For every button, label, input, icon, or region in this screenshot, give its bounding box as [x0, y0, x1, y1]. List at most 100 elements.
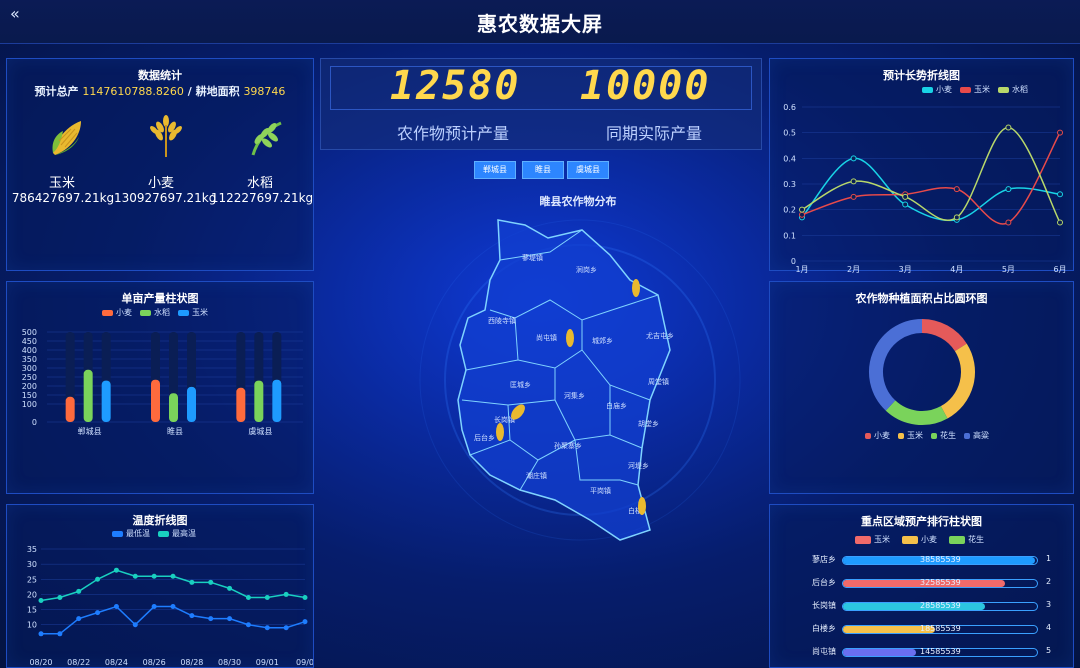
- x-tick-label: 5月: [1002, 265, 1015, 274]
- x-tick-label: 08/20: [29, 658, 52, 667]
- ring-slice: [885, 400, 948, 425]
- y-tick-label: 400: [22, 346, 37, 355]
- data-point: [850, 193, 857, 200]
- y-tick-label: 30: [27, 560, 37, 569]
- data-point: [76, 588, 82, 594]
- rank-name: 后台乡: [812, 578, 836, 587]
- crop-value-corn: 786427697.21kg: [11, 191, 115, 205]
- trend-line-chart: 00.10.20.30.40.50.61月 2月 3月 4月 5月 6月: [783, 103, 1066, 274]
- data-point: [151, 604, 157, 610]
- area-label: 耕地面积: [195, 85, 240, 98]
- town-heji: 河集乡: [564, 391, 585, 400]
- ring-legend: 小麦 玉米 花生 高粱: [865, 430, 989, 441]
- legend-max: 最高温: [158, 528, 196, 539]
- y-tick-label: 0.1: [783, 231, 796, 240]
- rice-icon: [245, 115, 285, 161]
- rank-name: 蓼店乡: [812, 555, 836, 564]
- data-point: [57, 594, 63, 600]
- town-sunjuzhai: 孙聚寨乡: [554, 441, 582, 450]
- temp-panel: 温度折线图 最低温 最高温 10 15 20 25 30 35 08/20 08/22 08/2…: [6, 504, 314, 668]
- data-point: [170, 604, 176, 610]
- x-tick-label: 1月: [795, 265, 808, 274]
- y-tick-label: 20: [27, 590, 37, 599]
- y-tick-label: 0: [32, 418, 37, 427]
- rank-name: 尚屯镇: [812, 647, 836, 656]
- town-houtai: 后台乡: [474, 433, 495, 442]
- rank-value: 38585539: [920, 555, 961, 564]
- data-point: [1057, 191, 1063, 198]
- data-point: [850, 155, 857, 162]
- bar: [83, 369, 93, 422]
- data-point: [132, 622, 138, 628]
- legend-corn: 玉米: [960, 84, 990, 95]
- data-point: [113, 567, 119, 573]
- data-point: [953, 214, 960, 221]
- ring-slice: [869, 319, 923, 411]
- y-tick-label: 250: [22, 373, 37, 382]
- data-point: [38, 631, 44, 637]
- crop-name-wheat: 小麦: [147, 176, 174, 191]
- legend-corn: 玉米: [898, 430, 923, 441]
- x-tick-label: 08/22: [67, 658, 90, 667]
- x-tick-label: 2月: [847, 265, 860, 274]
- bar: [151, 379, 160, 422]
- rank-bar: [843, 603, 986, 610]
- yield-title: 单亩产量柱状图: [121, 292, 199, 305]
- temp-title: 温度折线图: [132, 514, 188, 527]
- bar: [272, 379, 282, 422]
- yield-bar-chart: 0 100150200250300350400450500 郸城县 睢县 虞城县: [22, 328, 303, 436]
- rank-value: 18585539: [920, 624, 961, 633]
- data-point: [170, 573, 176, 579]
- bar: [169, 393, 178, 422]
- rank-number: 3: [1046, 600, 1052, 609]
- stats-panel: 数据统计 预计总产 1147610788.8260 / 耕地面积 398746 …: [6, 58, 314, 271]
- y-tick-label: 350: [22, 355, 37, 364]
- y-tick-label: 150: [22, 391, 37, 400]
- ring-panel: 农作物种植面积占比圆环图 小麦 玉米 花生 高粱: [769, 281, 1074, 494]
- crop-name-corn: 玉米: [48, 176, 75, 191]
- rank-value: 14585539: [920, 647, 961, 656]
- legend-wheat: 小麦: [102, 307, 132, 318]
- legend-sorghum: 高粱: [964, 430, 989, 441]
- legend-corn: 玉米: [178, 307, 208, 318]
- data-point: [113, 604, 119, 610]
- y-tick-label: 35: [27, 545, 37, 554]
- ring-chart: [869, 319, 975, 425]
- page-title: 惠农数据大屏: [477, 12, 603, 36]
- rank-name: 白楼乡: [812, 624, 836, 633]
- data-point: [283, 625, 289, 631]
- rank-number: 5: [1046, 646, 1052, 655]
- rank-value: 28585539: [920, 601, 961, 610]
- town-pinggang: 平岗镇: [590, 486, 611, 495]
- town-zhoutang: 周堂镇: [648, 377, 669, 386]
- actual-label: 同期实际产量: [606, 124, 703, 143]
- data-point: [76, 616, 82, 622]
- data-point: [902, 201, 909, 208]
- county-button-3[interactable]: 虞城县: [567, 161, 609, 179]
- x-tick-label: 郸城县: [78, 426, 102, 436]
- data-point: [189, 613, 195, 619]
- bar: [65, 396, 75, 422]
- county-button-1[interactable]: 郸城县: [474, 161, 516, 179]
- data-point: [208, 616, 214, 622]
- y-tick-label: 300: [22, 364, 37, 373]
- x-tick-label: 09/01: [256, 658, 279, 667]
- yield-legend: 小麦 水稻 玉米: [102, 307, 208, 318]
- y-tick-label: 0.5: [783, 129, 796, 138]
- town-hedi: 河堤乡: [628, 461, 649, 470]
- y-tick-label: 0.6: [783, 103, 796, 112]
- legend-rice: 水稻: [140, 307, 170, 318]
- data-point: [264, 625, 270, 631]
- data-point: [264, 594, 270, 600]
- x-tick-label: 4月: [950, 265, 963, 274]
- y-tick-label: 15: [27, 606, 37, 615]
- data-point: [1057, 129, 1063, 136]
- summary-label: 预计总产: [34, 85, 79, 98]
- y-tick-label: 25: [27, 575, 37, 584]
- legend-wheat: 小麦: [922, 84, 952, 95]
- rank-bar: [843, 649, 916, 656]
- county-button-2[interactable]: 睢县: [522, 161, 564, 179]
- town-baimiao: 白庙乡: [606, 401, 627, 410]
- legend-peanut: 花生: [931, 430, 956, 441]
- town-shangtun: 尚屯镇: [536, 333, 557, 342]
